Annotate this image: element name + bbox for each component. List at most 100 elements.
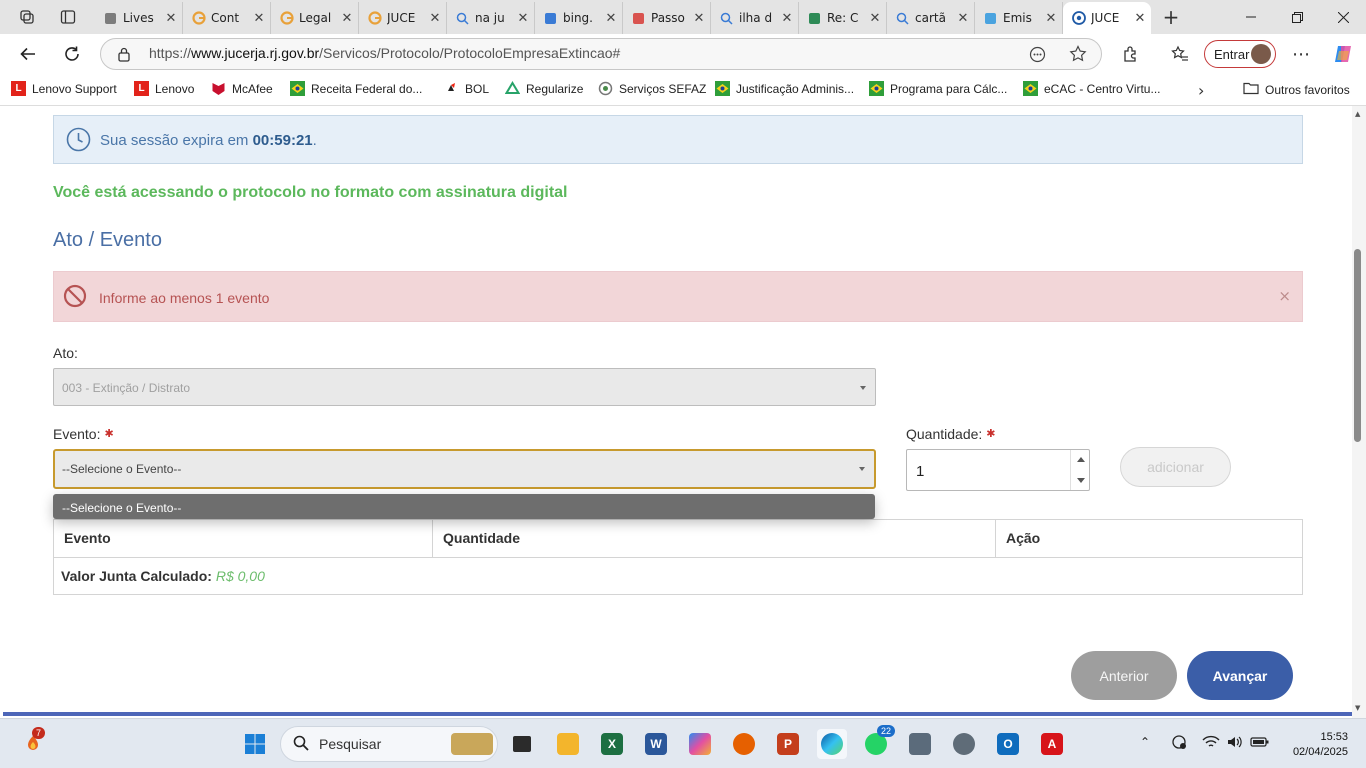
- browser-tab-3[interactable]: Legal ✕: [271, 2, 359, 34]
- weather-widget-icon[interactable]: 7: [18, 727, 48, 759]
- workspaces-icon[interactable]: [14, 5, 40, 29]
- alert-close-button[interactable]: ×: [1278, 287, 1291, 305]
- vertical-tabs-icon[interactable]: [55, 5, 81, 29]
- bookmark-receita[interactable]: Receita Federal do...: [290, 81, 422, 96]
- bookmark-ecac[interactable]: eCAC - Centro Virtu...: [1023, 81, 1160, 96]
- browser-tab-9[interactable]: Re: C ✕: [799, 2, 887, 34]
- browser-tab-11[interactable]: Emis ✕: [975, 2, 1063, 34]
- google-icon: [279, 11, 294, 26]
- search-icon: [455, 11, 470, 26]
- acrobat-icon[interactable]: A: [1037, 729, 1067, 759]
- brazil-flag-icon: [1023, 81, 1038, 96]
- tab-close-icon[interactable]: ✕: [1045, 11, 1057, 26]
- tab-close-icon[interactable]: ✕: [253, 11, 265, 26]
- word-icon[interactable]: W: [641, 729, 671, 759]
- section-title: Ato / Evento: [53, 229, 162, 251]
- stepper-down-icon[interactable]: [1077, 478, 1085, 483]
- new-tab-button[interactable]: +: [1160, 7, 1182, 29]
- settings-menu-button[interactable]: ⋯: [1286, 39, 1316, 69]
- browser-tab-4[interactable]: JUCE ✕: [359, 2, 447, 34]
- bookmark-justificacao[interactable]: Justificação Adminis...: [715, 81, 854, 96]
- volume-icon[interactable]: [1226, 734, 1244, 754]
- calculator-icon[interactable]: [905, 729, 935, 759]
- tab-close-icon[interactable]: ✕: [781, 11, 793, 26]
- browser-tab-6[interactable]: bing. ✕: [535, 2, 623, 34]
- bookmark-label: eCAC - Centro Virtu...: [1044, 81, 1161, 96]
- outlook-icon[interactable]: O: [993, 729, 1023, 759]
- copilot-icon[interactable]: [1328, 39, 1358, 69]
- other-favorites-folder[interactable]: Outros favoritos: [1243, 81, 1350, 98]
- scrollbar-thumb[interactable]: [1354, 249, 1361, 442]
- taskbar-search[interactable]: Pesquisar: [280, 726, 498, 762]
- tab-close-icon[interactable]: ✕: [957, 11, 969, 26]
- task-view-icon[interactable]: [507, 729, 537, 759]
- evento-option[interactable]: --Selecione o Evento--: [62, 501, 181, 515]
- whatsapp-icon[interactable]: 22: [861, 725, 896, 759]
- file-explorer-icon[interactable]: [553, 729, 583, 759]
- bookmark-mcafee[interactable]: McAfee: [211, 81, 273, 96]
- back-button[interactable]: [13, 39, 43, 69]
- tray-chevron-up-icon[interactable]: ⌃: [1140, 735, 1150, 749]
- system-clock[interactable]: 15:53 02/04/2025: [1278, 730, 1348, 760]
- tab-close-icon[interactable]: ✕: [869, 11, 881, 26]
- firefox-icon[interactable]: [729, 729, 759, 759]
- start-button[interactable]: [240, 729, 270, 759]
- browser-tab-2[interactable]: Cont ✕: [183, 2, 271, 34]
- close-window-button[interactable]: [1320, 0, 1366, 34]
- tab-close-icon[interactable]: ✕: [165, 11, 177, 26]
- refresh-button[interactable]: [57, 39, 87, 69]
- favorites-icon[interactable]: [1165, 39, 1195, 69]
- minimize-button[interactable]: [1228, 0, 1274, 34]
- quantity-stepper[interactable]: [1070, 450, 1090, 490]
- previous-button[interactable]: Anterior: [1071, 651, 1177, 700]
- google-icon: [191, 11, 206, 26]
- copilot-app-icon[interactable]: [685, 729, 715, 759]
- bookmarks-overflow-chevron-icon[interactable]: ›: [1198, 81, 1204, 100]
- browser-tab-10[interactable]: cartã ✕: [887, 2, 975, 34]
- add-event-button[interactable]: adicionar: [1120, 447, 1231, 487]
- search-icon: [895, 11, 910, 26]
- page-scrollbar[interactable]: ▲ ▼: [1352, 106, 1366, 718]
- browser-tab-7[interactable]: Passo ✕: [623, 2, 711, 34]
- regularize-icon: [505, 81, 520, 96]
- signin-button[interactable]: Entrar: [1204, 40, 1276, 68]
- bookmark-lenovo-support[interactable]: L Lenovo Support: [11, 81, 117, 96]
- lock-icon[interactable]: [117, 47, 131, 66]
- browser-tab-5[interactable]: na ju ✕: [447, 2, 535, 34]
- bookmark-bol[interactable]: BOL: [444, 81, 489, 96]
- bookmark-programa[interactable]: Programa para Cálc...: [869, 81, 1007, 96]
- restore-button[interactable]: [1274, 0, 1320, 34]
- tab-close-icon[interactable]: ✕: [693, 11, 705, 26]
- excel-icon[interactable]: X: [597, 729, 627, 759]
- bookmark-label: Serviços SEFAZ: [619, 81, 707, 96]
- wifi-icon[interactable]: [1202, 734, 1220, 754]
- stepper-up-icon[interactable]: [1077, 457, 1085, 462]
- scroll-down-icon[interactable]: ▼: [1355, 704, 1360, 712]
- favorite-star-icon[interactable]: [1069, 45, 1087, 67]
- bookmark-sefaz[interactable]: Serviços SEFAZ: [598, 81, 706, 96]
- evento-select[interactable]: --Selecione o Evento--: [53, 449, 876, 489]
- tab-close-icon[interactable]: ✕: [341, 11, 353, 26]
- tab-close-icon[interactable]: ✕: [517, 11, 529, 26]
- next-button[interactable]: Avançar: [1187, 651, 1293, 700]
- powerpoint-icon[interactable]: P: [773, 729, 803, 759]
- url-text[interactable]: https://www.jucerja.rj.gov.br/Servicos/P…: [149, 45, 620, 61]
- tab-close-icon[interactable]: ✕: [605, 11, 617, 26]
- quantidade-input[interactable]: 1: [906, 449, 1090, 491]
- browser-tab-1[interactable]: Lives ✕: [95, 2, 183, 34]
- address-bar[interactable]: https://www.jucerja.rj.gov.br/Servicos/P…: [100, 38, 1102, 70]
- bookmark-lenovo[interactable]: L Lenovo: [134, 81, 194, 96]
- bookmark-regularize[interactable]: Regularize: [505, 81, 583, 96]
- tab-close-icon[interactable]: ✕: [429, 11, 441, 26]
- edge-icon[interactable]: [817, 729, 847, 759]
- settings-gear-icon[interactable]: [949, 729, 979, 759]
- events-table: Evento Quantidade Ação Valor Junta Calcu…: [53, 519, 1303, 595]
- battery-icon[interactable]: [1250, 734, 1270, 754]
- extensions-icon[interactable]: [1116, 39, 1146, 69]
- tab-close-icon[interactable]: ✕: [1134, 11, 1146, 26]
- browser-tab-12[interactable]: JUCE ✕: [1063, 2, 1151, 34]
- vpn-icon[interactable]: [1170, 734, 1188, 754]
- scroll-up-icon[interactable]: ▲: [1355, 110, 1360, 118]
- browser-tab-8[interactable]: ilha d ✕: [711, 2, 799, 34]
- more-tools-icon[interactable]: [1029, 46, 1046, 67]
